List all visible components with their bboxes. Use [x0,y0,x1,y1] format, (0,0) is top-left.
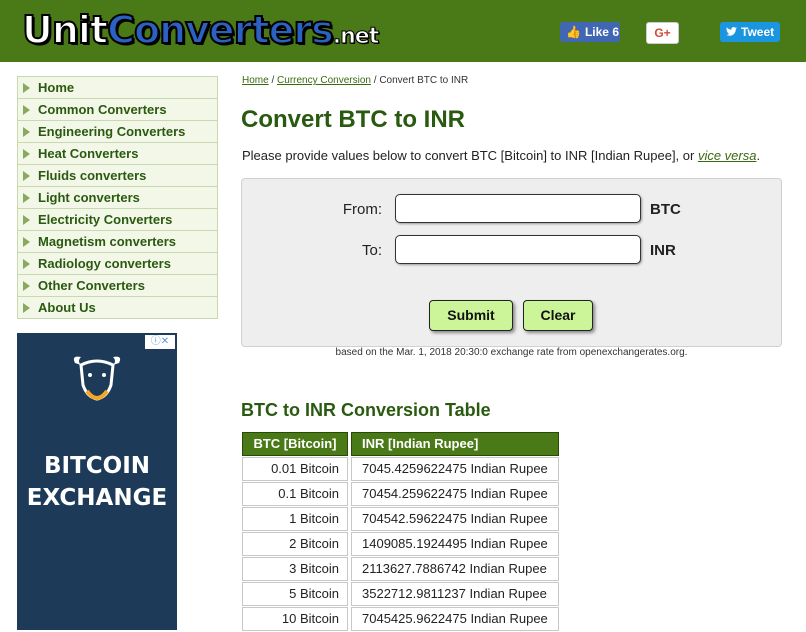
google-plus-button[interactable]: G+ [646,22,679,44]
from-label: From: [342,201,382,218]
triangle-bullet-icon [23,126,30,137]
table-cell-btc: 0.01 Bitcoin [242,457,348,481]
table-header-inr: INR [Indian Rupee] [351,432,559,456]
table-cell-inr: 2113627.7886742 Indian Rupee [351,557,559,581]
sidebar-item-label: Fluids converters [38,168,147,183]
sidebar-item-label: About Us [38,300,96,315]
breadcrumb-link-currency-conversion[interactable]: Currency Conversion [277,75,371,86]
to-unit: INR [650,242,676,259]
bull-head-icon [73,356,121,401]
table-cell-inr: 1409085.1924495 Indian Rupee [351,532,559,556]
breadcrumb-separator: / [268,75,278,86]
site-header: UnitConverters.net 👍 Like 6 G+ Tweet [0,0,806,62]
breadcrumb: Home / Currency Conversion / Convert BTC… [242,75,468,86]
sidebar-item-label: Electricity Converters [38,212,173,227]
clear-button[interactable]: Clear [523,300,593,331]
sidebar-item-radiology-converters[interactable]: Radiology converters [18,253,217,275]
tweet-button[interactable]: Tweet [720,22,780,42]
twitter-bird-icon [726,22,737,42]
sidebar-item-other-converters[interactable]: Other Converters [18,275,217,297]
table-row: 5 Bitcoin 3522712.9811237 Indian Rupee [242,582,559,607]
table-cell-inr: 704542.59622475 Indian Rupee [351,507,559,531]
sidebar-item-label: Radiology converters [38,256,171,271]
sidebar-item-label: Common Converters [38,102,167,117]
table-row: 2 Bitcoin 1409085.1924495 Indian Rupee [242,532,559,557]
sidebar-item-heat-converters[interactable]: Heat Converters [18,143,217,165]
table-row: 1 Bitcoin 704542.59622475 Indian Rupee [242,507,559,532]
triangle-bullet-icon [23,104,30,115]
exchange-rate-note: based on the Mar. 1, 2018 20:30:0 exchan… [335,347,688,358]
sidebar-item-fluids-converters[interactable]: Fluids converters [18,165,217,187]
like-label: Like [584,25,609,39]
page-title: Convert BTC to INR [241,106,465,133]
sidebar-item-electricity-converters[interactable]: Electricity Converters [18,209,217,231]
table-cell-btc: 5 Bitcoin [242,582,348,606]
conversion-table: BTC [Bitcoin] INR [Indian Rupee] 0.01 Bi… [242,432,559,632]
sidebar-item-label: Magnetism converters [38,234,176,249]
conversion-table-title: BTC to INR Conversion Table [241,400,491,420]
description-end: . [756,148,761,163]
table-cell-btc: 0.1 Bitcoin [242,482,348,506]
facebook-like-button[interactable]: 👍 Like 6 [560,22,620,42]
sidebar-item-light-converters[interactable]: Light converters [18,187,217,209]
triangle-bullet-icon [23,214,30,225]
sidebar-nav: Home Common Converters Engineering Conve… [17,76,218,319]
to-label: To: [361,242,382,259]
sidebar-item-home[interactable]: Home [18,77,217,99]
conversion-form: From: BTC To: INR Submit Clear [241,178,782,347]
logo-text-net: .net [332,24,379,50]
table-cell-inr: 7045.4259622475 Indian Rupee [351,457,559,481]
like-count: 6 [612,25,619,39]
sidebar-item-label: Other Converters [38,278,145,293]
table-cell-btc: 10 Bitcoin [242,607,348,631]
sidebar-item-about-us[interactable]: About Us [18,297,217,318]
triangle-bullet-icon [23,170,30,181]
sidebar-item-magnetism-converters[interactable]: Magnetism converters [18,231,217,253]
bitcoin-exchange-ad[interactable]: ⓘ✕ BITCOIN EXCHANGE [17,333,177,630]
vice-versa-link[interactable]: vice versa [698,148,757,163]
table-row: 0.1 Bitcoin 70454.259622475 Indian Rupee [242,482,559,507]
from-unit: BTC [650,201,681,218]
breadcrumb-link-home[interactable]: Home [242,75,269,86]
ad-choices-close-icon[interactable]: ⓘ✕ [145,335,175,349]
ad-headline-line1: BITCOIN [43,453,150,479]
sidebar-item-label: Home [38,80,75,95]
table-row: 10 Bitcoin 7045425.9622475 Indian Rupee [242,607,559,632]
table-cell-btc: 2 Bitcoin [242,532,348,556]
logo-text-unit: Unit [21,7,109,53]
site-logo[interactable]: UnitConverters.net [21,6,380,61]
description-text: Please provide values below to convert B… [242,148,698,163]
sidebar-item-label: Engineering Converters [38,124,186,139]
triangle-bullet-icon [23,148,30,159]
triangle-bullet-icon [23,236,30,247]
sidebar-item-label: Heat Converters [38,146,139,161]
tweet-label: Tweet [741,25,775,39]
to-input[interactable] [395,235,641,264]
google-plus-icon: G+ [654,26,671,40]
sidebar-item-common-converters[interactable]: Common Converters [18,99,217,121]
table-header-row: BTC [Bitcoin] INR [Indian Rupee] [242,432,559,457]
page-description: Please provide values below to convert B… [242,148,760,163]
triangle-bullet-icon [23,192,30,203]
table-cell-inr: 70454.259622475 Indian Rupee [351,482,559,506]
table-row: 0.01 Bitcoin 7045.4259622475 Indian Rupe… [242,457,559,482]
table-cell-btc: 1 Bitcoin [242,507,348,531]
breadcrumb-current: Convert BTC to INR [379,75,469,86]
table-header-btc: BTC [Bitcoin] [242,432,348,456]
ad-headline-line2: EXCHANGE [26,485,168,511]
triangle-bullet-icon [23,82,30,93]
triangle-bullet-icon [23,302,30,313]
triangle-bullet-icon [23,280,30,291]
thumbs-up-icon: 👍 [566,25,581,39]
from-input[interactable] [395,194,641,223]
triangle-bullet-icon [23,258,30,269]
table-row: 3 Bitcoin 2113627.7886742 Indian Rupee [242,557,559,582]
sidebar-item-label: Light converters [38,190,140,205]
table-cell-btc: 3 Bitcoin [242,557,348,581]
sidebar-item-engineering-converters[interactable]: Engineering Converters [18,121,217,143]
table-cell-inr: 7045425.9622475 Indian Rupee [351,607,559,631]
logo-text-converters: Converters [106,7,335,53]
submit-button[interactable]: Submit [429,300,513,331]
table-cell-inr: 3522712.9811237 Indian Rupee [351,582,559,606]
